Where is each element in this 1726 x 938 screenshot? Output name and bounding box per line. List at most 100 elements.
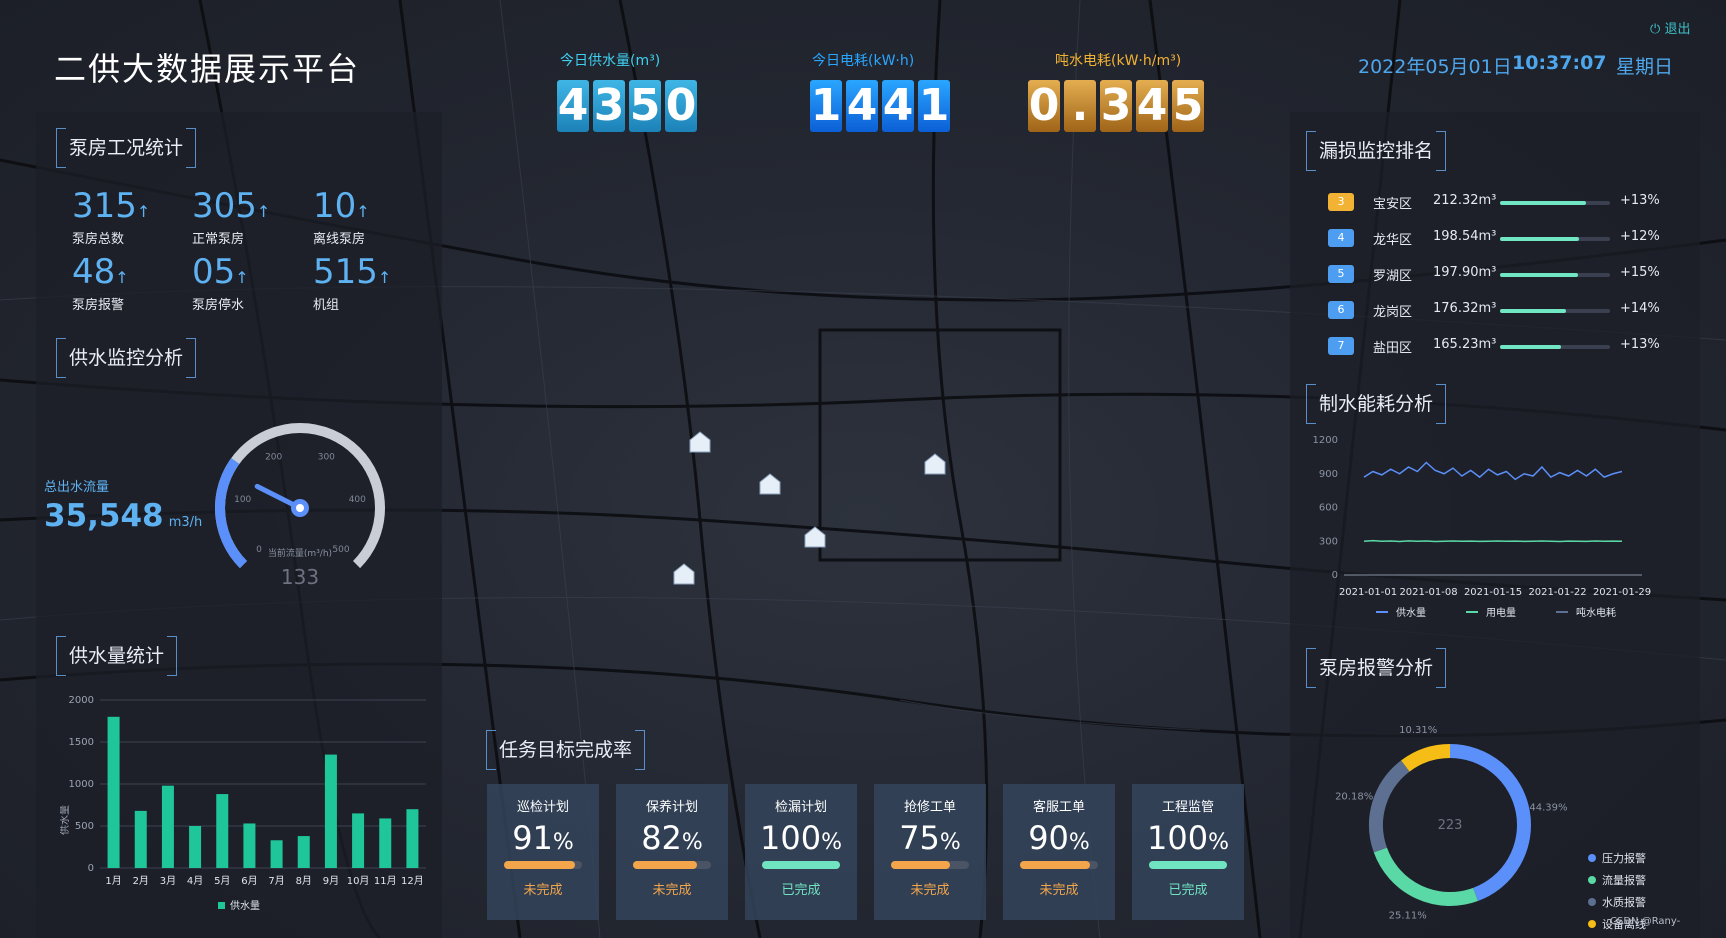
bar[interactable] (134, 810, 147, 868)
map-station-marker[interactable] (759, 473, 781, 495)
task-progress-fill (762, 861, 840, 869)
rank-bar-fill (1500, 237, 1580, 241)
task-card[interactable]: 保养计划 82% 未完成 (616, 784, 728, 920)
kpi-digit: 4 (557, 80, 589, 132)
task-unit: % (821, 830, 842, 855)
x-tick-label: 3月 (160, 875, 176, 887)
task-name: 检漏计划 (774, 800, 827, 815)
bar[interactable] (324, 754, 337, 868)
stat-label: 泵房总数 (72, 232, 125, 247)
gauge-tick-label: 100 (234, 495, 251, 505)
bar[interactable] (406, 809, 419, 868)
page-title: 二供大数据展示平台 (54, 51, 361, 87)
alarm-legend-item[interactable]: 流量报警 (1588, 872, 1646, 888)
donut-slice[interactable] (1373, 847, 1478, 906)
bar[interactable] (216, 794, 229, 868)
leak-rank-row[interactable]: 3 宝安区 212.32m³ +13% (1328, 188, 1678, 216)
task-card[interactable]: 抢修工单 75% 未完成 (874, 784, 986, 920)
y-tick-label: 1000 (69, 779, 94, 790)
task-card[interactable]: 检漏计划 100% 已完成 (745, 784, 857, 920)
y-tick-label: 0 (1332, 570, 1338, 581)
x-tick-label: 11月 (374, 875, 397, 887)
bar[interactable] (352, 813, 365, 868)
leak-rank-row[interactable]: 4 龙华区 198.54m³ +12% (1328, 224, 1678, 252)
gauge-tick-label: 400 (349, 495, 366, 505)
watermark: CSDN @Rany- (1610, 916, 1681, 927)
bar[interactable] (243, 823, 256, 868)
section-title-supply-volume: 供水量统计 (56, 636, 178, 676)
x-tick-label: 1月 (105, 875, 121, 887)
leak-rank-row[interactable]: 6 龙岗区 176.32m³ +14% (1328, 296, 1678, 324)
section-title-supply-monitor: 供水监控分析 (56, 338, 197, 378)
stat-value: 48 (72, 252, 116, 292)
flow-value: 35,548 (44, 498, 164, 534)
stat-label: 机组 (313, 298, 340, 313)
gauge-tick-label: 500 (332, 545, 349, 555)
donut-slice[interactable] (1369, 760, 1410, 853)
legend-dot (1588, 920, 1596, 928)
x-tick-label: 7月 (268, 875, 284, 887)
task-card[interactable]: 巡检计划 91% 未完成 (487, 784, 599, 920)
map-station-marker[interactable] (689, 431, 711, 453)
leak-rank-row[interactable]: 5 罗湖区 197.90m³ +15% (1328, 260, 1678, 288)
line-series[interactable] (1363, 461, 1623, 481)
bar[interactable] (379, 818, 392, 868)
stat-value: 305 (192, 186, 257, 226)
y-tick-label: 1500 (69, 737, 94, 748)
bar[interactable] (270, 840, 283, 868)
alarm-legend-item[interactable]: 压力报警 (1588, 850, 1646, 866)
stat-value: 05 (192, 252, 236, 292)
task-progress-fill (504, 861, 575, 869)
bar[interactable] (297, 836, 310, 868)
task-card[interactable]: 客服工单 90% 未完成 (1003, 784, 1115, 920)
x-tick-label: 12月 (401, 875, 424, 887)
task-value: 75% (874, 819, 986, 857)
logout-button[interactable]: ⏻ 退出 (1650, 18, 1690, 37)
donut-slice[interactable] (1401, 744, 1451, 772)
y-tick-label: 2000 (69, 695, 94, 706)
line-series[interactable] (1363, 539, 1623, 543)
rank-district: 龙岗区 (1373, 305, 1413, 320)
rank-district: 龙华区 (1373, 233, 1413, 248)
chart-ylabel: 供水量 (60, 805, 71, 835)
alarm-legend-item[interactable]: 水质报警 (1588, 894, 1646, 910)
task-percent: 90 (1028, 819, 1069, 857)
task-status: 已完成 (1168, 883, 1208, 898)
bar[interactable] (161, 785, 174, 868)
x-tick-label: 2月 (133, 875, 149, 887)
kpi-label-unit-energy: 吨水电耗(kW·h/m³) (1055, 53, 1182, 69)
map-station-marker[interactable] (673, 563, 695, 585)
x-tick-label: 2021-01-29 (1593, 587, 1651, 598)
stat-pump-stopped: 05↑ 泵房停水 (192, 252, 249, 313)
task-value: 100% (1132, 819, 1244, 857)
task-status: 未完成 (910, 883, 950, 898)
kpi-digit: 4 (846, 80, 878, 132)
legend-label: 供水量 (1396, 606, 1426, 619)
bar[interactable] (107, 716, 120, 868)
map-station-marker[interactable] (804, 526, 826, 548)
task-percent: 91 (512, 819, 553, 857)
bar[interactable] (189, 826, 202, 868)
stat-value: 315 (72, 186, 137, 226)
rank-bar-fill (1500, 201, 1586, 205)
kpi-digit: 0 (1028, 80, 1060, 132)
kpi-digit: 5 (1172, 80, 1204, 132)
x-tick-label: 5月 (214, 875, 230, 887)
task-value: 91% (487, 819, 599, 857)
rank-change: +13% (1620, 193, 1660, 208)
x-tick-label: 2021-01-22 (1528, 587, 1586, 598)
leak-rank-row[interactable]: 7 盐田区 165.23m³ +13% (1328, 332, 1678, 360)
rank-bar-track (1500, 309, 1610, 313)
rank-bar-track (1500, 273, 1610, 277)
kpi-digit: 1 (810, 80, 842, 132)
donut-slice-label: 44.39% (1529, 802, 1567, 813)
kpi-digit: . (1064, 80, 1096, 132)
y-tick-label: 600 (1319, 503, 1338, 514)
x-tick-label: 4月 (187, 875, 203, 887)
task-card[interactable]: 工程监管 100% 已完成 (1132, 784, 1244, 920)
stat-label: 离线泵房 (313, 232, 366, 247)
map-station-marker[interactable] (924, 453, 946, 475)
gauge-hub-center (296, 504, 304, 512)
alarm-donut-chart: 44.39% 25.11% 20.18% 10.31% 223 (1335, 725, 1567, 920)
rank-district: 宝安区 (1373, 197, 1413, 212)
